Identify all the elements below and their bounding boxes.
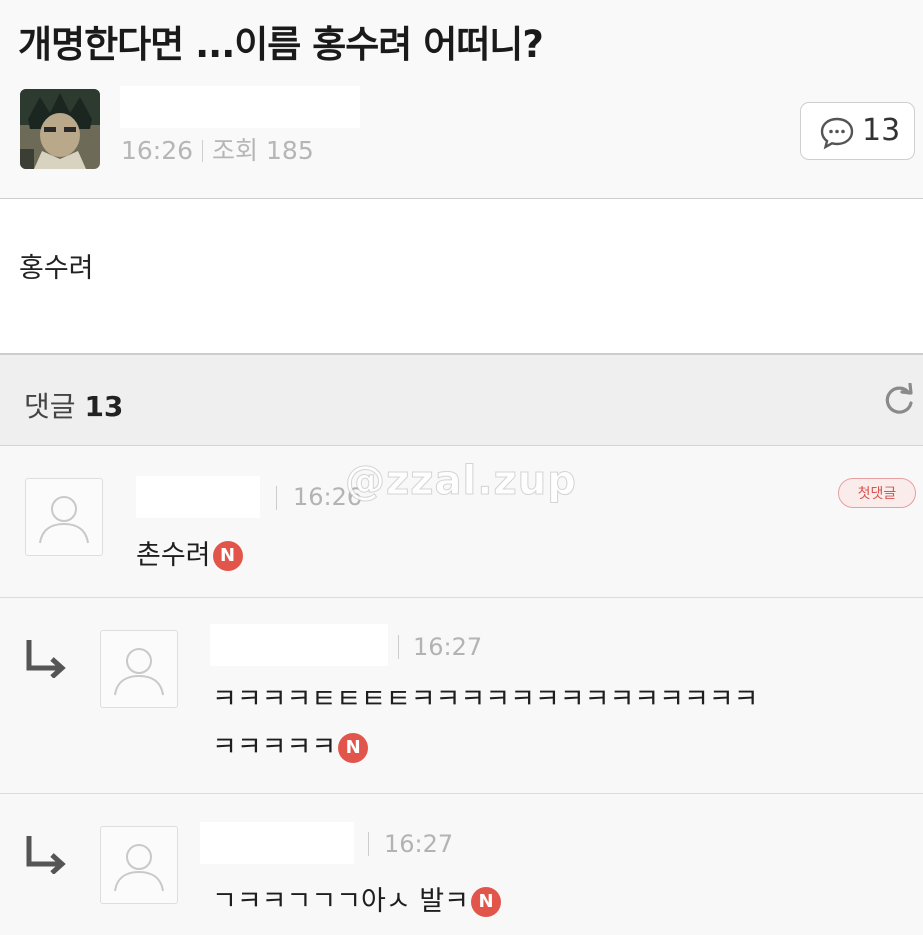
comment-body-line1: ㅋㅋㅋㅋㅌㅌㅌㅌㅋㅋㅋㅋㅋㅋㅋㅋㅋㅋㅋㅋㅋㅋ <box>212 684 759 715</box>
post-header: 개명한다면 ...이름 홍수려 어떠니? 16:26 조회 185 13 <box>0 0 923 199</box>
post-meta: 16:26 조회 185 <box>121 131 314 167</box>
default-avatar-icon[interactable] <box>25 478 103 556</box>
comment-text: 촌수려 N <box>136 532 243 580</box>
comment-text: ㄱㅋㅋㄱㄱㄱ아ㅅ 발ㅋ N <box>212 878 501 926</box>
default-avatar-icon[interactable] <box>100 826 178 904</box>
comments-header: 댓글 13 <box>0 355 923 446</box>
views-count: 185 <box>266 136 314 165</box>
comment-body: ㄱㅋㅋㄱㄱㄱ아ㅅ 발ㅋ <box>212 886 469 917</box>
comment-body: 촌수려 <box>136 540 211 571</box>
meta-divider <box>368 832 369 856</box>
post-time: 16:26 <box>121 136 194 165</box>
speech-bubble-icon <box>820 117 854 150</box>
post-content: 홍수려 <box>19 253 94 284</box>
refresh-icon[interactable] <box>882 382 916 421</box>
default-avatar-icon[interactable] <box>100 630 178 708</box>
post-title: 개명한다면 ...이름 홍수려 어떠니? <box>18 23 544 66</box>
meta-divider <box>276 486 277 510</box>
views-label: 조회 <box>212 136 259 165</box>
commenter-name-redacted <box>210 624 388 666</box>
comment-count-button[interactable]: 13 <box>800 102 915 160</box>
author-avatar[interactable] <box>20 89 100 169</box>
comments-label: 댓글 13 <box>24 385 123 425</box>
reply-item: 16:27 ㄱㅋㅋㄱㄱㄱ아ㅅ 발ㅋ N <box>0 794 923 935</box>
comment-body-line2: ㅋㅋㅋㅋㅋ <box>212 732 337 763</box>
author-name-redacted <box>120 86 360 128</box>
new-badge: N <box>470 887 501 917</box>
post-body: 홍수려 <box>0 199 923 355</box>
comment-time: 16:27 <box>384 830 454 858</box>
meta-divider <box>202 140 204 162</box>
first-comment-badge: 첫댓글 <box>838 478 916 508</box>
meta-divider <box>398 635 399 659</box>
commenter-name-redacted <box>136 476 260 518</box>
comments-title: 댓글 <box>24 390 76 423</box>
comments-total: 13 <box>84 390 124 423</box>
new-badge: N <box>338 733 369 763</box>
reply-arrow-icon <box>24 834 68 878</box>
new-badge: N <box>212 541 243 571</box>
comment-text: ㅋㅋㅋㅋㅌㅌㅌㅌㅋㅋㅋㅋㅋㅋㅋㅋㅋㅋㅋㅋㅋㅋ ㅋㅋㅋㅋㅋ N <box>212 676 758 772</box>
watermark: @zzal.zup <box>345 458 577 505</box>
commenter-name-redacted <box>200 822 354 864</box>
reply-arrow-icon <box>24 638 68 682</box>
reply-item: 16:27 ㅋㅋㅋㅋㅌㅌㅌㅌㅋㅋㅋㅋㅋㅋㅋㅋㅋㅋㅋㅋㅋㅋ ㅋㅋㅋㅋㅋ N <box>0 598 923 794</box>
comment-time: 16:27 <box>413 633 483 661</box>
comment-count: 13 <box>862 113 901 148</box>
